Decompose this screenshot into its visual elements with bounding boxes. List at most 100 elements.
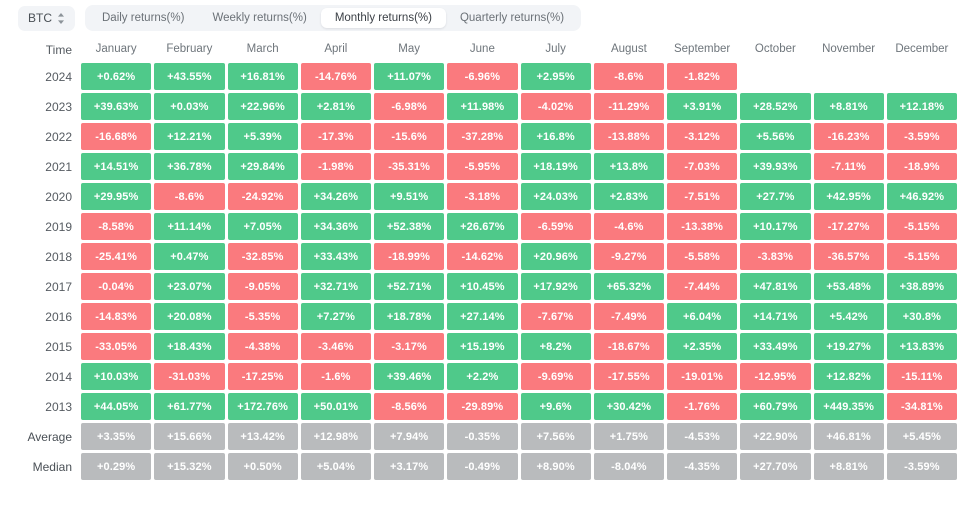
column-header-april: April xyxy=(301,39,371,60)
return-cell: +34.36% xyxy=(301,213,371,240)
toolbar: BTC Daily returns(%) Weekly returns(%) M… xyxy=(0,0,974,36)
return-cell: -3.12% xyxy=(667,123,737,150)
return-cell: +53.48% xyxy=(814,273,884,300)
return-cell: +449.35% xyxy=(814,393,884,420)
return-cell: +14.51% xyxy=(81,153,151,180)
return-cell: -17.25% xyxy=(228,363,298,390)
return-cell: -14.76% xyxy=(301,63,371,90)
return-cell: -13.88% xyxy=(594,123,664,150)
return-cell: +18.19% xyxy=(521,153,591,180)
return-cell: +36.78% xyxy=(154,153,224,180)
table-summary-row: Average+3.35%+15.66%+13.42%+12.98%+7.94%… xyxy=(9,423,957,450)
return-cell: +13.42% xyxy=(228,423,298,450)
table-body: 2024+0.62%+43.55%+16.81%-14.76%+11.07%-6… xyxy=(9,63,957,480)
return-cell: -3.83% xyxy=(740,243,810,270)
return-cell: -7.67% xyxy=(521,303,591,330)
return-cell: +39.63% xyxy=(81,93,151,120)
return-cell: -33.05% xyxy=(81,333,151,360)
return-cell: -5.15% xyxy=(887,243,957,270)
table-row: 2020+29.95%-8.6%-24.92%+34.26%+9.51%-3.1… xyxy=(9,183,957,210)
return-cell: -32.85% xyxy=(228,243,298,270)
return-cell: -16.68% xyxy=(81,123,151,150)
symbol-selector[interactable]: BTC xyxy=(18,6,75,31)
return-cell: +27.70% xyxy=(740,453,810,480)
return-cell: +15.66% xyxy=(154,423,224,450)
table-summary-row: Median+0.29%+15.32%+0.50%+5.04%+3.17%-0.… xyxy=(9,453,957,480)
returns-table-container: Time January February March April May Ju… xyxy=(0,36,974,483)
return-cell: +1.75% xyxy=(594,423,664,450)
column-header-march: March xyxy=(228,39,298,60)
return-cell: -35.31% xyxy=(374,153,444,180)
return-cell: -3.17% xyxy=(374,333,444,360)
return-cell: +5.56% xyxy=(740,123,810,150)
return-cell: -13.38% xyxy=(667,213,737,240)
return-cell: +14.71% xyxy=(740,303,810,330)
return-cell: -5.58% xyxy=(667,243,737,270)
return-cell: +30.8% xyxy=(887,303,957,330)
return-cell: +22.90% xyxy=(740,423,810,450)
table-row: 2022-16.68%+12.21%+5.39%-17.3%-15.6%-37.… xyxy=(9,123,957,150)
return-cell: +10.17% xyxy=(740,213,810,240)
return-cell: +0.29% xyxy=(81,453,151,480)
row-label-2023: 2023 xyxy=(9,93,78,120)
table-row: 2019-8.58%+11.14%+7.05%+34.36%+52.38%+26… xyxy=(9,213,957,240)
return-cell: +8.81% xyxy=(814,453,884,480)
tab-monthly-returns[interactable]: Monthly returns(%) xyxy=(321,8,446,28)
return-cell: +60.79% xyxy=(740,393,810,420)
return-cell: -3.18% xyxy=(447,183,517,210)
return-cell: +5.04% xyxy=(301,453,371,480)
return-cell: +11.14% xyxy=(154,213,224,240)
table-row: 2017-0.04%+23.07%-9.05%+32.71%+52.71%+10… xyxy=(9,273,957,300)
return-cell: -14.83% xyxy=(81,303,151,330)
table-header: Time January February March April May Ju… xyxy=(9,39,957,60)
return-cell: -4.02% xyxy=(521,93,591,120)
return-cell: +50.01% xyxy=(301,393,371,420)
return-cell: -8.58% xyxy=(81,213,151,240)
return-cell: +28.52% xyxy=(740,93,810,120)
row-label-2016: 2016 xyxy=(9,303,78,330)
return-cell: +11.07% xyxy=(374,63,444,90)
return-cell: +29.95% xyxy=(81,183,151,210)
return-cell: -25.41% xyxy=(81,243,151,270)
return-cell: +38.89% xyxy=(887,273,957,300)
return-cell: +33.49% xyxy=(740,333,810,360)
return-cell: -16.23% xyxy=(814,123,884,150)
table-row: 2021+14.51%+36.78%+29.84%-1.98%-35.31%-5… xyxy=(9,153,957,180)
return-cell: +39.93% xyxy=(740,153,810,180)
return-cell: -6.59% xyxy=(521,213,591,240)
return-cell: +5.45% xyxy=(887,423,957,450)
return-cell xyxy=(887,63,957,90)
return-cell: +42.95% xyxy=(814,183,884,210)
table-row: 2018-25.41%+0.47%-32.85%+33.43%-18.99%-1… xyxy=(9,243,957,270)
return-cell: +32.71% xyxy=(301,273,371,300)
return-cell: -34.81% xyxy=(887,393,957,420)
column-header-july: July xyxy=(521,39,591,60)
return-cell: +15.32% xyxy=(154,453,224,480)
table-row: 2015-33.05%+18.43%-4.38%-3.46%-3.17%+15.… xyxy=(9,333,957,360)
return-cell: -8.04% xyxy=(594,453,664,480)
table-row: 2016-14.83%+20.08%-5.35%+7.27%+18.78%+27… xyxy=(9,303,957,330)
return-cell: +34.26% xyxy=(301,183,371,210)
return-cell: -17.55% xyxy=(594,363,664,390)
return-cell: -8.6% xyxy=(154,183,224,210)
tab-daily-returns[interactable]: Daily returns(%) xyxy=(88,8,198,28)
return-cell: -19.01% xyxy=(667,363,737,390)
return-cell: +61.77% xyxy=(154,393,224,420)
return-cell: -15.6% xyxy=(374,123,444,150)
return-cell: +44.05% xyxy=(81,393,151,420)
return-cell: -4.53% xyxy=(667,423,737,450)
return-cell: +6.04% xyxy=(667,303,737,330)
tab-quarterly-returns[interactable]: Quarterly returns(%) xyxy=(446,8,578,28)
tab-weekly-returns[interactable]: Weekly returns(%) xyxy=(198,8,320,28)
return-cell: +52.38% xyxy=(374,213,444,240)
return-cell: +9.6% xyxy=(521,393,591,420)
return-cell xyxy=(740,63,810,90)
column-header-time: Time xyxy=(9,39,78,60)
return-cell: -4.35% xyxy=(667,453,737,480)
table-row: 2014+10.03%-31.03%-17.25%-1.6%+39.46%+2.… xyxy=(9,363,957,390)
return-cell: +23.07% xyxy=(154,273,224,300)
monthly-returns-panel: BTC Daily returns(%) Weekly returns(%) M… xyxy=(0,0,974,511)
row-label-2022: 2022 xyxy=(9,123,78,150)
return-cell: -5.95% xyxy=(447,153,517,180)
return-cell: +17.92% xyxy=(521,273,591,300)
